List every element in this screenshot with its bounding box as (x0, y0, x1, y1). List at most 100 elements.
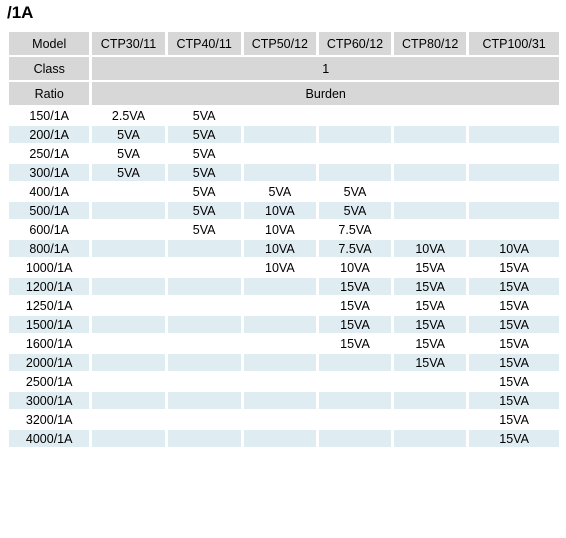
page-title: /1A (7, 3, 34, 22)
row-ratio-label: 4000/1A (9, 430, 90, 447)
row-ratio-label: 300/1A (9, 164, 90, 181)
burden-cell (469, 107, 559, 124)
header-label-ratio: Ratio (9, 82, 90, 105)
row-ratio-label: 3200/1A (9, 411, 90, 428)
burden-cell: 5VA (167, 202, 241, 219)
burden-cell (394, 164, 467, 181)
burden-cell (469, 145, 559, 162)
header-label-class: Class (9, 57, 90, 80)
row-ratio-label: 1250/1A (9, 297, 90, 314)
burden-cell (318, 373, 392, 390)
table-row: 2000/1A 15VA 15VA (9, 354, 559, 371)
burden-cell (394, 202, 467, 219)
row-ratio-label: 150/1A (9, 107, 90, 124)
burden-cell: 15VA (318, 335, 392, 352)
burden-cell: 10VA (469, 240, 559, 257)
header-row-ratio: Ratio Burden (9, 82, 559, 105)
burden-cell (469, 126, 559, 143)
burden-cell: 5VA (92, 126, 165, 143)
row-ratio-label: 3000/1A (9, 392, 90, 409)
burden-cell (469, 202, 559, 219)
burden-cell (92, 354, 165, 371)
burden-cell (243, 126, 316, 143)
burden-cell: 15VA (469, 335, 559, 352)
burden-cell (92, 240, 165, 257)
burden-cell: 15VA (394, 278, 467, 295)
burden-cell: 5VA (167, 145, 241, 162)
burden-cell (167, 354, 241, 371)
burden-cell: 10VA (243, 221, 316, 238)
burden-cell: 7.5VA (318, 221, 392, 238)
burden-cell (167, 335, 241, 352)
burden-cell (394, 392, 467, 409)
row-ratio-label: 1000/1A (9, 259, 90, 276)
row-ratio-label: 1500/1A (9, 316, 90, 333)
row-ratio-label: 2500/1A (9, 373, 90, 390)
burden-cell: 15VA (394, 354, 467, 371)
burden-cell (92, 392, 165, 409)
burden-cell (318, 392, 392, 409)
burden-cell (394, 126, 467, 143)
table-row: 800/1A 10VA 7.5VA 10VA 10VA (9, 240, 559, 257)
header-label-model: Model (9, 32, 90, 55)
burden-cell (394, 183, 467, 200)
burden-cell (243, 335, 316, 352)
burden-cell (394, 145, 467, 162)
table-row: 3200/1A 15VA (9, 411, 559, 428)
burden-cell (318, 107, 392, 124)
burden-cell: 15VA (318, 297, 392, 314)
table-row: 1200/1A 15VA 15VA 15VA (9, 278, 559, 295)
burden-cell (394, 107, 467, 124)
burden-cell: 15VA (469, 259, 559, 276)
burden-cell: 10VA (243, 240, 316, 257)
burden-cell: 5VA (243, 183, 316, 200)
burden-cell: 15VA (469, 373, 559, 390)
burden-cell (92, 259, 165, 276)
burden-cell (394, 221, 467, 238)
burden-cell (243, 164, 316, 181)
table-row: 2500/1A 15VA (9, 373, 559, 390)
column-header-ctp60: CTP60/12 (318, 32, 392, 55)
column-header-ctp50: CTP50/12 (243, 32, 316, 55)
burden-cell (167, 411, 241, 428)
burden-cell (92, 335, 165, 352)
row-ratio-label: 250/1A (9, 145, 90, 162)
burden-cell (167, 297, 241, 314)
burden-cell (469, 183, 559, 200)
burden-cell: 10VA (243, 202, 316, 219)
burden-cell (92, 183, 165, 200)
burden-cell (469, 164, 559, 181)
burden-cell (92, 221, 165, 238)
header-value-burden: Burden (92, 82, 559, 105)
burden-cell (243, 373, 316, 390)
burden-cell (318, 145, 392, 162)
burden-cell (167, 373, 241, 390)
burden-cell (92, 411, 165, 428)
header-value-class: 1 (92, 57, 559, 80)
burden-cell (318, 164, 392, 181)
burden-cell: 15VA (469, 411, 559, 428)
table-row: 150/1A 2.5VA 5VA (9, 107, 559, 124)
burden-cell (92, 430, 165, 447)
burden-cell (243, 392, 316, 409)
burden-cell (167, 278, 241, 295)
table-row: 1500/1A 15VA 15VA 15VA (9, 316, 559, 333)
header-row-model: Model CTP30/11 CTP40/11 CTP50/12 CTP60/1… (9, 32, 559, 55)
page-root: /1A Model CTP30/11 CTP40/11 CTP50/12 CTP… (0, 0, 566, 538)
burden-cell (243, 145, 316, 162)
column-header-ctp80: CTP80/12 (394, 32, 467, 55)
burden-cell (92, 373, 165, 390)
burden-cell: 15VA (469, 297, 559, 314)
burden-cell (243, 430, 316, 447)
burden-cell (243, 297, 316, 314)
burden-cell (92, 316, 165, 333)
burden-cell: 10VA (243, 259, 316, 276)
header-row-class: Class 1 (9, 57, 559, 80)
table-row: 300/1A 5VA 5VA (9, 164, 559, 181)
burden-cell: 15VA (318, 316, 392, 333)
table-row: 3000/1A 15VA (9, 392, 559, 409)
row-ratio-label: 1200/1A (9, 278, 90, 295)
burden-cell (167, 392, 241, 409)
table-row: 500/1A 5VA 10VA 5VA (9, 202, 559, 219)
table-row: 400/1A 5VA 5VA 5VA (9, 183, 559, 200)
